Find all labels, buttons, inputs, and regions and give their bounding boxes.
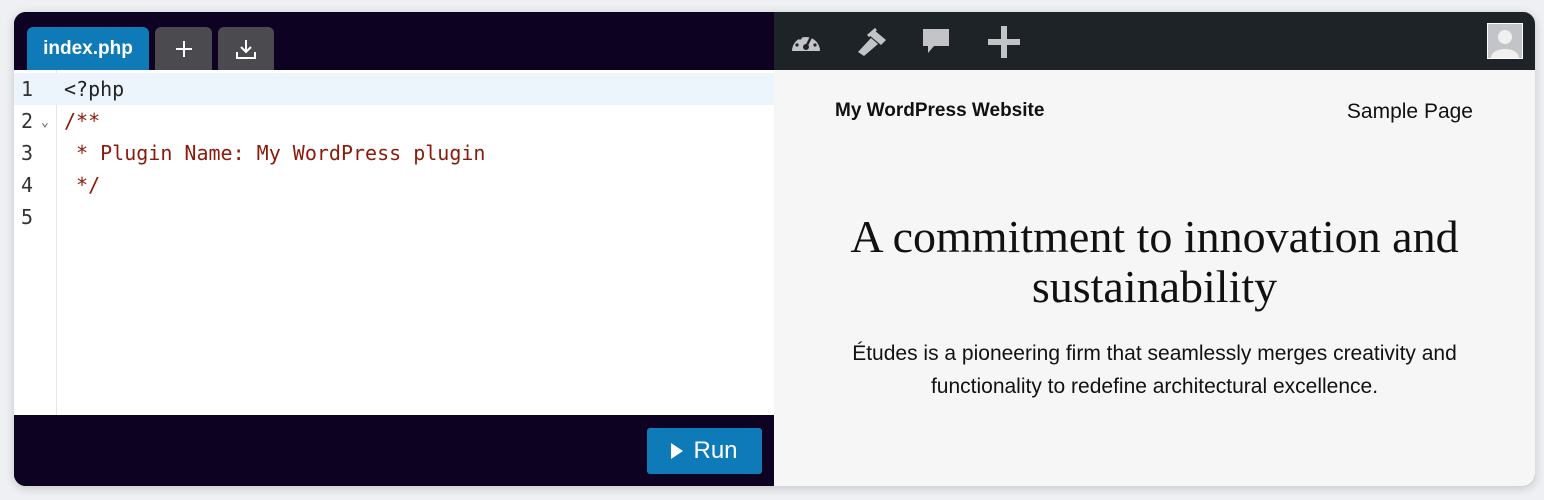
line-number: 5 <box>21 205 34 229</box>
code-editor-panel: index.php 1 <?php 2 ⌄ /** 3 * Plugin Nam… <box>14 12 774 486</box>
plus-icon <box>175 40 192 57</box>
run-label: Run <box>693 437 738 464</box>
code-text: /** <box>64 109 101 133</box>
customize-brush-icon[interactable] <box>854 24 890 60</box>
run-button[interactable]: Run <box>647 428 762 474</box>
run-bar: Run <box>14 415 774 486</box>
dashboard-icon[interactable] <box>788 24 824 60</box>
hero-heading: A commitment to innovation and sustainab… <box>850 211 1459 312</box>
comment-icon[interactable] <box>918 24 954 60</box>
code-text: * Plugin Name: My WordPress plugin <box>64 141 486 165</box>
line-number: 1 <box>21 77 34 101</box>
nav-link-sample-page[interactable]: Sample Page <box>1347 100 1473 124</box>
line-number: 4 <box>21 173 34 197</box>
code-text: <?php <box>64 77 125 101</box>
code-line[interactable]: 1 <?php <box>14 73 774 105</box>
site-preview-panel: My WordPress Website Sample Page A commi… <box>774 12 1535 486</box>
hero-paragraph: Études is a pioneering firm that seamles… <box>852 342 1457 398</box>
code-area[interactable]: 1 <?php 2 ⌄ /** 3 * Plugin Name: My Word… <box>14 70 774 415</box>
code-text: */ <box>64 173 101 197</box>
playground-window: index.php 1 <?php 2 ⌄ /** 3 * Plugin Nam… <box>14 12 1535 486</box>
wp-admin-bar <box>774 12 1535 70</box>
add-new-icon[interactable] <box>986 24 1022 60</box>
download-button[interactable] <box>218 27 274 70</box>
download-icon <box>236 39 256 59</box>
new-file-button[interactable] <box>155 27 212 70</box>
code-line[interactable]: 3 * Plugin Name: My WordPress plugin <box>14 137 774 169</box>
tab-file-label: index.php <box>43 37 133 59</box>
editor-tab-bar: index.php <box>14 12 774 70</box>
play-icon <box>671 443 684 459</box>
avatar-icon[interactable] <box>1487 23 1523 59</box>
code-line[interactable]: 4 */ <box>14 169 774 201</box>
fold-chevron-icon[interactable]: ⌄ <box>41 107 49 139</box>
tab-index-php[interactable]: index.php <box>27 27 149 70</box>
line-number: 3 <box>21 141 34 165</box>
code-line[interactable]: 2 ⌄ /** <box>14 105 774 137</box>
site-title[interactable]: My WordPress Website <box>835 100 1044 122</box>
code-line[interactable]: 5 <box>14 201 774 233</box>
